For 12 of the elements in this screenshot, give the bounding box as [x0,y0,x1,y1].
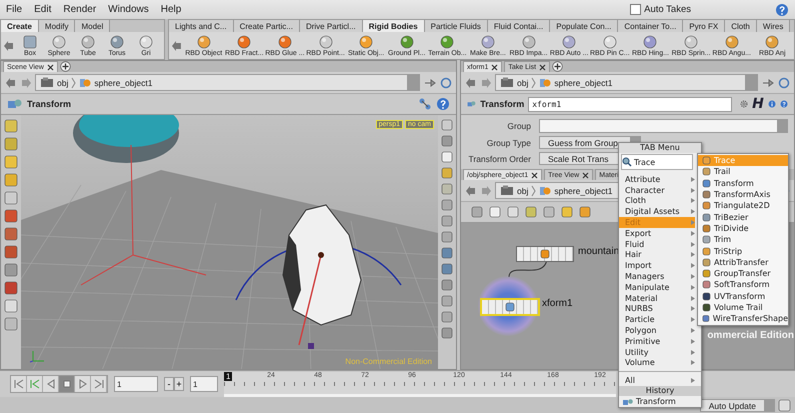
edition-label: ommercial Edition [707,330,794,341]
param-label: Group Type [486,138,532,148]
edition-label: Non-Commercial Edition [345,357,432,366]
node-name: mountain [578,246,620,257]
node-type-label: Transform [480,99,524,109]
menu-section-header: History [619,386,701,396]
param-label: Transform Order [467,154,532,164]
current-frame-marker: 1 [224,372,232,380]
menu-title: TAB Menu [619,143,701,153]
param-label: Group [506,121,532,131]
node-name: xform1 [542,298,573,309]
tool-title: Transform [27,99,72,109]
